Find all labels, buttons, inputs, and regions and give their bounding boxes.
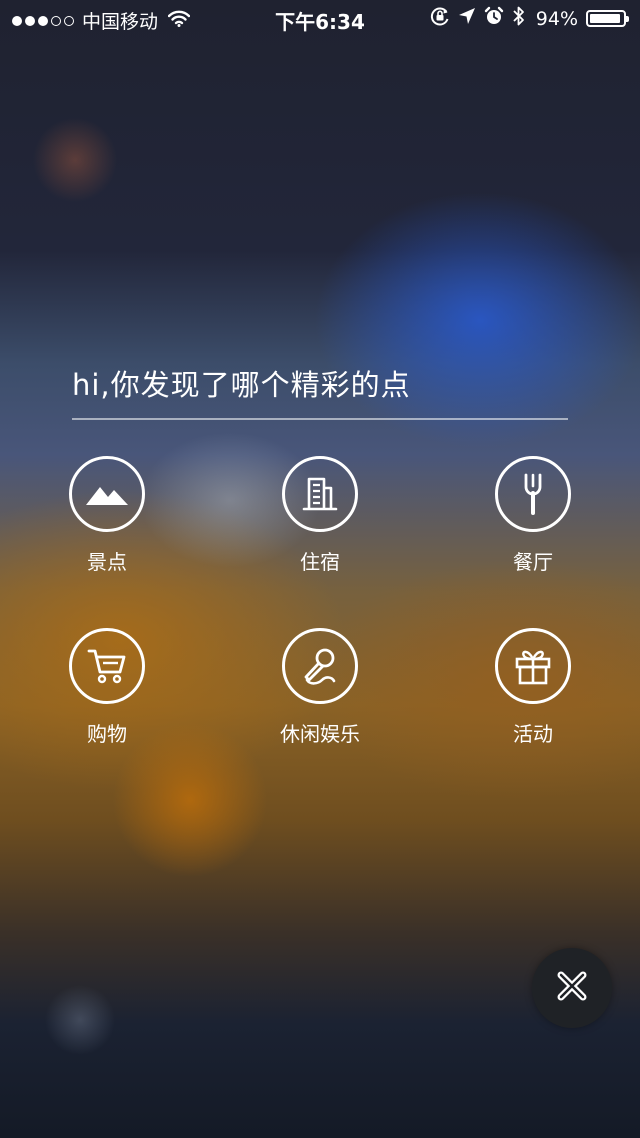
close-icon[interactable] [555, 969, 589, 1007]
category-restaurant[interactable]: 餐厅 [463, 456, 603, 575]
prompt-heading: hi,你发现了哪个精彩的点 [72, 368, 411, 402]
prompt-underline [72, 418, 568, 420]
category-lodging[interactable]: 住宿 [250, 456, 390, 575]
battery-percent: 94% [535, 7, 578, 30]
fork-icon[interactable] [495, 456, 571, 532]
rotation-lock-icon [430, 6, 450, 31]
category-label: 购物 [87, 722, 127, 746]
battery-icon [586, 10, 629, 27]
category-activity[interactable]: 活动 [463, 628, 603, 747]
location-arrow-icon [458, 7, 476, 30]
category-shopping[interactable]: 购物 [37, 628, 177, 747]
shopping-cart-icon[interactable] [69, 628, 145, 704]
alarm-icon [484, 6, 504, 31]
category-label: 休闲娱乐 [280, 722, 360, 746]
status-bar: 中国移动 下午6:34 94% [0, 0, 640, 36]
close-button[interactable] [532, 948, 612, 1028]
category-scenic-spot[interactable]: 景点 [37, 456, 177, 575]
category-label: 住宿 [300, 550, 340, 574]
mountain-icon[interactable] [69, 456, 145, 532]
category-label: 活动 [513, 722, 553, 746]
category-label: 景点 [87, 550, 127, 574]
bluetooth-icon [512, 5, 526, 32]
gift-icon[interactable] [495, 628, 571, 704]
category-label: 餐厅 [513, 550, 553, 574]
building-icon[interactable] [282, 456, 358, 532]
category-leisure[interactable]: 休闲娱乐 [250, 628, 390, 747]
microphone-icon[interactable] [282, 628, 358, 704]
